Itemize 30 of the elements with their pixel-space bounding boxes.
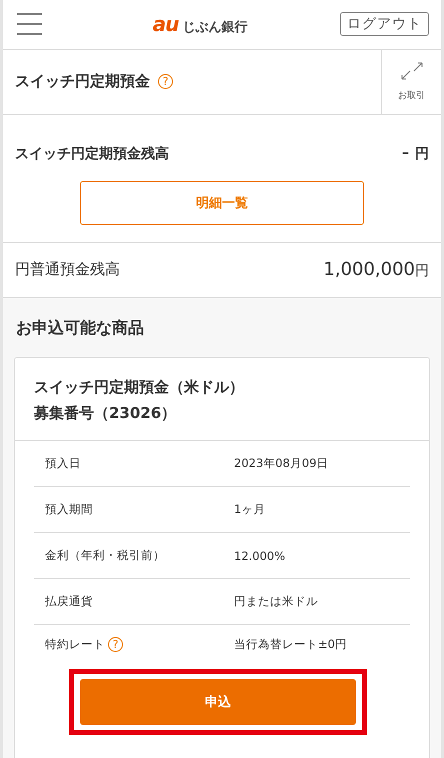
row-label: 預入期間 [45,502,93,518]
logo-text: じぶん銀行 [182,19,248,36]
balance-amount: 1,000,000 [323,259,415,280]
logo-mark: au [152,12,178,36]
row-value: 円または米ドル [234,594,318,610]
transactions-link[interactable]: お取引 [381,50,441,114]
section-heading: お申込可能な商品 [16,318,145,340]
row-label: 特約レート [45,637,105,652]
balance-label: スイッチ円定期預金残高 [15,144,169,163]
row-label: 金利（年利・税引前） [45,548,165,564]
row-label: 預入日 [45,456,81,472]
account-title: スイッチ円定期預金 [15,72,150,92]
row-value: 2023年08月09日 [234,456,329,472]
currency-unit: 円 [415,262,429,280]
row-label: 払戻通貨 [45,594,93,610]
row-value: 当行為替レート±0円 [234,637,347,652]
product-subtitle: 募集番号（23026） [34,403,178,424]
details-button[interactable]: 明細一覧 [80,180,364,225]
row-value: 1ヶ月 [234,502,266,518]
logout-button[interactable]: ログアウト [340,12,429,36]
help-icon[interactable]: ? [158,74,173,90]
currency-unit: 円 [415,144,429,163]
row-value: 12.000% [234,548,286,563]
balance-label: 円普通預金残高 [15,260,120,280]
arrows-icon [400,61,424,82]
apply-button[interactable]: 申込 [80,679,356,726]
balance-value: – [402,144,409,163]
help-icon[interactable]: ? [108,637,123,652]
menu-icon[interactable] [17,13,42,36]
product-title: スイッチ円定期預金（米ドル） [34,377,245,398]
